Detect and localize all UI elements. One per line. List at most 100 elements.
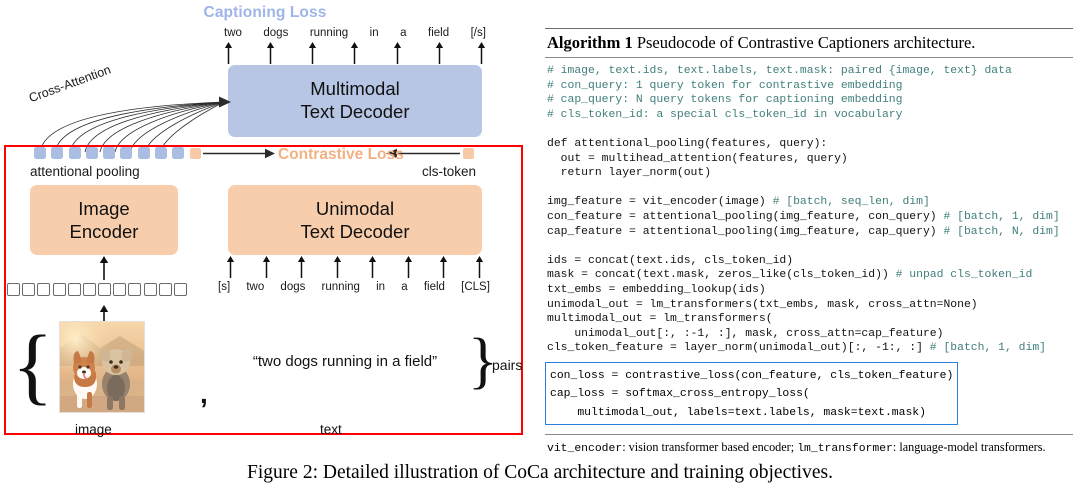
patch-square (173, 283, 187, 296)
figure-caption: Figure 2: Detailed illustration of CoCa … (247, 462, 833, 483)
output-token: dogs (263, 27, 289, 39)
footnote-text-1: : vision transformer based encoder; (622, 439, 798, 454)
pooling-square (85, 147, 98, 159)
code-line: con_feature = attentional_pooling(img_fe… (547, 210, 944, 223)
arrow-up-icon (297, 256, 306, 278)
algorithm-title: Algorithm 1 Pseudocode of Contrastive Ca… (545, 29, 1073, 57)
algorithm-title-text: Pseudocode of Contrastive Captioners arc… (632, 33, 976, 52)
code-comment: # [batch, 1, dim] (929, 342, 1047, 355)
coca-architecture-diagram: Captioning Loss two dogs running in a fi… (0, 0, 530, 455)
code-def-attentional-pooling: def attentional_pooling(features, query)… (547, 137, 848, 180)
arrow-up-icon (262, 256, 271, 278)
input-token: [CLS] (461, 281, 490, 293)
arrow-up-icon (266, 42, 275, 64)
code-comment: # [batch, 1, dim] (943, 210, 1060, 223)
contrastive-loss-label: Contrastive Loss (278, 146, 404, 163)
code-comment: # [batch, seq_len, dim] (772, 196, 930, 209)
cls-token-label: cls-token (422, 164, 477, 179)
input-token: running (321, 281, 360, 293)
input-token: two (246, 281, 265, 293)
pair-comma: , (200, 378, 208, 409)
multimodal-box-line1: Multimodal (310, 78, 400, 100)
patch-square (113, 283, 127, 296)
arrow-up-icon (308, 42, 317, 64)
patch-square (98, 283, 112, 296)
code-line: txt_embs = embedding_lookup(ids) (547, 283, 766, 296)
code-spacer (547, 123, 554, 135)
footnote-mono-vit: vit_encoder (547, 442, 623, 455)
pooling-square (137, 147, 150, 159)
pooling-square (154, 147, 167, 159)
unimodal-text-decoder-box: Unimodal Text Decoder (228, 185, 482, 255)
input-token: field (423, 281, 445, 293)
image-encoder-line1: Image (78, 197, 130, 219)
input-token: [s] (218, 281, 231, 293)
input-arrow-row (226, 256, 484, 278)
code-line: ids = concat(text.ids, cls_token_id) (547, 254, 794, 267)
code-spacer (547, 182, 554, 194)
unimodal-box-line1: Unimodal (315, 197, 395, 219)
arrow-up-icon (333, 256, 342, 278)
algorithm-code: # image, text.ids, text.labels, text.mas… (545, 58, 1073, 360)
contrastive-query-square (190, 148, 201, 159)
code-line: unimodal_out = lm_transformers(txt_embs,… (547, 298, 978, 311)
attentional-pooling-squares (34, 147, 184, 160)
unimodal-box-line2: Text Decoder (300, 221, 410, 242)
example-text-caption: “two dogs running in a field” (252, 353, 438, 370)
output-token: running (309, 27, 349, 39)
patch-square (52, 283, 66, 296)
pooling-square (68, 147, 81, 159)
code-comment: # unpad cls_token_id (895, 269, 1033, 282)
arrow-up-icon (224, 42, 233, 64)
image-encoder-line2: Encoder (69, 221, 139, 242)
patch-square (7, 283, 20, 296)
pooling-square (172, 147, 184, 159)
pooling-square (51, 147, 64, 159)
loss-computation-highlight: con_loss = contrastive_loss(con_feature,… (545, 361, 959, 425)
code-line: mask = concat(text.mask, zeros_like(cls_… (547, 269, 896, 282)
input-token: a (401, 281, 408, 293)
output-token: two (224, 27, 242, 39)
arrow-up-icon (477, 42, 486, 64)
image-patch-squares (7, 283, 187, 298)
arrow-up-icon (435, 42, 444, 64)
arrow-up-icon (368, 256, 377, 278)
arrow-up-icon (350, 42, 359, 64)
attentional-pooling-label: attentional pooling (30, 164, 140, 179)
code-spacer (547, 240, 554, 252)
pooling-square (34, 147, 46, 159)
arrow-right-icon (203, 148, 275, 159)
output-token: in (369, 27, 379, 39)
output-token-row: two dogs running in a field [/s] (224, 27, 486, 39)
arrow-up-icon (404, 256, 413, 278)
arrow-up-icon (475, 256, 484, 278)
code-comment-header: # image, text.ids, text.labels, text.mas… (547, 65, 1012, 121)
algorithm-footnote: vit_encoder: vision transformer based en… (545, 435, 1073, 455)
left-brace: { (12, 317, 54, 413)
output-token: [/s] (470, 27, 486, 39)
input-token: dogs (280, 281, 306, 293)
arrow-up-icon (393, 42, 402, 64)
arrow-up-icon (226, 256, 235, 278)
code-line: unimodal_out[:, :-1, :], mask, cross_att… (547, 327, 944, 340)
pairs-label: pairs (492, 357, 523, 373)
patch-square (82, 283, 96, 296)
code-line: cap_feature = attentional_pooling(img_fe… (547, 225, 944, 238)
text-modality-label: text (320, 422, 342, 437)
patch-square (158, 283, 172, 296)
pooling-square (120, 147, 133, 159)
patch-square (22, 283, 36, 296)
output-token: a (400, 27, 407, 39)
code-line: img_feature = vit_encoder(image) (547, 196, 773, 209)
input-token-row: [s] two dogs running in a field [CLS] (218, 281, 490, 293)
pooling-square (103, 147, 115, 159)
algorithm-block: Algorithm 1 Pseudocode of Contrastive Ca… (545, 28, 1073, 455)
arrow-up-icon (439, 256, 448, 278)
code-comment: # [batch, N, dim] (943, 225, 1060, 238)
algorithm-number: Algorithm 1 (547, 33, 633, 52)
multimodal-box-line2: Text Decoder (300, 101, 410, 122)
patch-square (143, 283, 157, 296)
patch-square (128, 283, 142, 296)
code-line: multimodal_out = lm_transformers( (547, 313, 773, 326)
captioning-loss-label: Captioning Loss (203, 4, 327, 21)
